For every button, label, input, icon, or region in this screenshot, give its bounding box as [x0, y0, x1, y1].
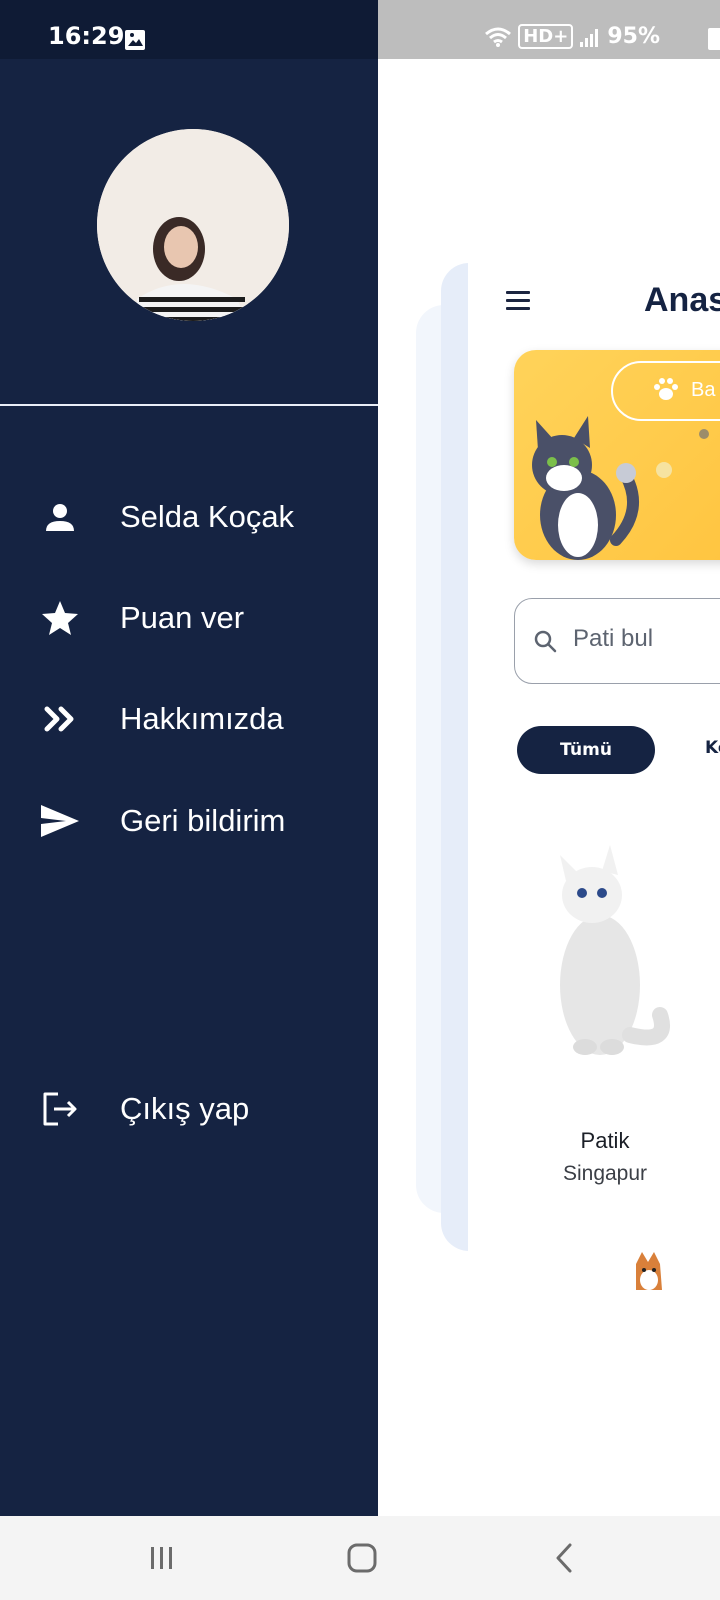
navigation-drawer: Selda Koçak Puan ver Hakkımızda Geri bil…: [0, 59, 378, 1516]
search-placeholder: Pati bul: [573, 625, 654, 652]
back-icon[interactable]: [544, 1538, 584, 1578]
avatar[interactable]: [97, 129, 289, 321]
search-icon: [534, 630, 557, 653]
menu-item-label: Selda Koçak: [120, 499, 295, 534]
banner-button-label: Ba: [691, 379, 716, 401]
person-icon: [40, 497, 80, 537]
drawer-divider: [0, 404, 378, 406]
battery-percent: 95%: [607, 24, 660, 49]
menu-item-label: Hakkımızda: [120, 701, 284, 736]
page-title: Anas: [644, 281, 720, 319]
filter-chip-all[interactable]: Tümü: [517, 726, 655, 774]
home-icon[interactable]: [342, 1538, 382, 1578]
filter-chip-next[interactable]: Ke: [705, 738, 720, 758]
pet-name: Patik: [580, 1128, 630, 1153]
menu-item-profile[interactable]: Selda Koçak: [0, 477, 378, 557]
menu-item-about[interactable]: Hakkımızda: [0, 679, 378, 759]
star-icon: [40, 598, 80, 638]
menu-item-label: Çıkış yap: [120, 1091, 250, 1126]
banner-action-button[interactable]: Ba: [611, 361, 720, 421]
signal-icon: [580, 28, 599, 47]
status-bar-left: 16:29: [0, 0, 378, 59]
status-bar-right: HD+ 95%: [378, 0, 720, 59]
profile-photo: [97, 129, 289, 321]
hamburger-menu-icon[interactable]: [506, 291, 530, 311]
paw-icon: [654, 378, 678, 400]
status-icons: HD+ 95%: [484, 24, 660, 49]
menu-item-rate[interactable]: Puan ver: [0, 578, 378, 658]
logout-icon: [40, 1089, 80, 1129]
menu-item-logout[interactable]: Çıkış yap: [0, 1069, 378, 1149]
gallery-icon: [125, 30, 145, 50]
menu-item-feedback[interactable]: Geri bildirim: [0, 781, 378, 861]
network-label: HD+: [518, 24, 574, 49]
pet-location: Singapur: [562, 1162, 648, 1185]
menu-item-label: Geri bildirim: [120, 803, 286, 838]
orange-cat-image: [636, 1252, 662, 1290]
status-time: 16:29: [48, 22, 125, 50]
system-nav-bar: [0, 1516, 720, 1600]
menu-item-label: Puan ver: [120, 600, 245, 635]
wifi-icon: [485, 27, 512, 47]
search-input[interactable]: Pati bul: [514, 598, 720, 684]
double-chevron-icon: [40, 699, 80, 739]
recents-icon[interactable]: [142, 1538, 182, 1578]
white-cat-image: [560, 845, 670, 1055]
battery-icon: [708, 28, 720, 50]
send-icon: [40, 801, 80, 841]
